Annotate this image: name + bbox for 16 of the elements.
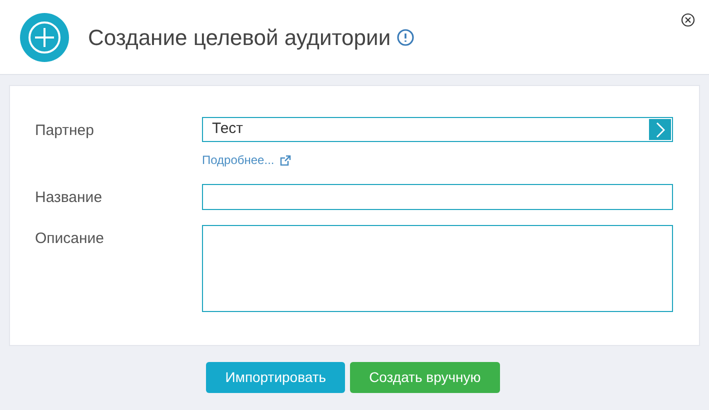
field-label: Партнер xyxy=(35,121,95,141)
close-icon[interactable] xyxy=(681,13,695,27)
textarea-field[interactable] xyxy=(202,225,673,312)
input-field[interactable] xyxy=(202,184,673,210)
dialog-title: Создание целевой аудитории xyxy=(88,24,391,52)
action-button[interactable]: Создать вручную xyxy=(350,362,500,393)
field-label: Название xyxy=(35,188,104,208)
info-icon xyxy=(396,28,414,46)
field-label: Описание xyxy=(35,229,106,249)
select-value: Тест xyxy=(212,119,244,140)
external-link-icon xyxy=(280,154,292,166)
action-button[interactable]: Импортировать xyxy=(206,362,346,393)
add-circle-icon xyxy=(20,12,69,62)
chevron-right-icon[interactable] xyxy=(649,119,671,140)
details-link[interactable]: Подробнее... xyxy=(202,151,274,169)
partner-select[interactable]: Тест xyxy=(202,117,673,142)
